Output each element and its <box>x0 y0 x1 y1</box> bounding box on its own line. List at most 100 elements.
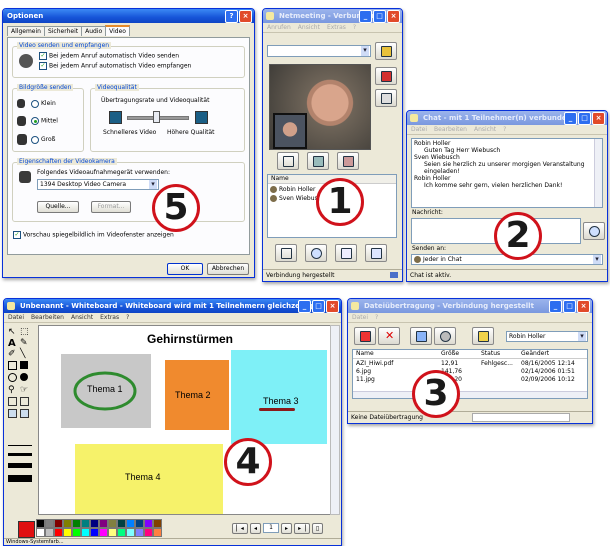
cancel-transfer-button[interactable] <box>434 327 456 345</box>
color-swatch[interactable] <box>144 528 153 537</box>
close-button[interactable]: × <box>239 10 252 23</box>
chat-scrollbar[interactable] <box>594 139 602 207</box>
menu-anrufen[interactable]: Anrufen <box>267 23 291 32</box>
share-program-button[interactable] <box>275 244 297 262</box>
size-medium-option[interactable]: Mittel <box>17 116 58 126</box>
maximize-button[interactable]: □ <box>373 10 386 23</box>
pen-tool-icon[interactable]: ✎ <box>20 338 28 348</box>
column-modified[interactable]: Geändert <box>521 350 549 357</box>
quality-slider-thumb[interactable] <box>153 111 160 123</box>
tab-video[interactable]: Video <box>105 25 130 36</box>
sticky-note-4[interactable]: Thema 4 <box>75 444 223 514</box>
source-button[interactable]: Quelle... <box>37 201 79 213</box>
color-swatch[interactable] <box>135 528 144 537</box>
column-name[interactable]: Name <box>356 350 374 357</box>
color-swatch[interactable] <box>90 519 99 528</box>
line-width-thin[interactable] <box>8 445 32 446</box>
sticky-note-3[interactable]: Thema 3 <box>231 350 327 444</box>
tab-allgemein[interactable]: Allgemein <box>7 26 45 36</box>
color-swatch[interactable] <box>54 528 63 537</box>
remove-files-button[interactable]: ✕ <box>378 327 400 345</box>
chat-button[interactable] <box>305 244 327 262</box>
prev-page-button[interactable]: ◂ <box>250 523 261 534</box>
menu-help[interactable]: ? <box>126 313 129 322</box>
cancel-button[interactable]: Abbrechen <box>207 263 249 275</box>
menu-ansicht[interactable]: Ansicht <box>298 23 320 32</box>
menu-datei[interactable]: Datei <box>8 313 24 322</box>
color-swatch[interactable] <box>126 528 135 537</box>
send-message-button[interactable] <box>583 222 605 240</box>
start-video-button[interactable] <box>277 152 299 170</box>
open-received-folder-button[interactable] <box>472 327 494 345</box>
page-number-input[interactable]: 1 <box>263 523 279 533</box>
chat-history[interactable]: Robin Holler Guten Tag Herr Wiebusch Sve… <box>411 138 603 208</box>
minimize-button[interactable]: _ <box>549 300 562 313</box>
ellipse-tool-icon[interactable] <box>8 373 17 382</box>
column-size[interactable]: Größe <box>441 350 459 357</box>
color-swatch[interactable] <box>45 528 54 537</box>
horizontal-scrollbar[interactable] <box>353 391 587 398</box>
color-swatch[interactable] <box>90 528 99 537</box>
mirror-option[interactable]: ✓ Vorschau spiegelbildlich im Videofenste… <box>13 231 174 239</box>
tab-audio[interactable]: Audio <box>81 26 107 36</box>
menu-bearbeiten[interactable]: Bearbeiten <box>434 125 467 134</box>
file-row[interactable]: 6.jpg 141,76 02/14/2006 01:51 <box>353 368 587 376</box>
select-window-icon[interactable] <box>20 409 29 418</box>
lock-contents-icon[interactable] <box>8 397 17 406</box>
color-swatch[interactable] <box>108 528 117 537</box>
menu-help[interactable]: ? <box>503 125 506 134</box>
synchronize-icon[interactable] <box>20 397 29 406</box>
zoom-tool-icon[interactable]: ⚲ <box>8 385 15 395</box>
select-area-icon[interactable] <box>8 409 17 418</box>
color-swatch[interactable] <box>153 528 162 537</box>
close-button[interactable]: × <box>592 112 605 125</box>
color-swatch[interactable] <box>99 528 108 537</box>
color-swatch[interactable] <box>117 528 126 537</box>
remote-pointer-icon[interactable]: ☞ <box>20 385 28 395</box>
ok-button[interactable]: OK <box>167 263 203 275</box>
close-button[interactable]: × <box>387 10 400 23</box>
send-all-button[interactable] <box>410 327 432 345</box>
menu-extras[interactable]: Extras <box>100 313 119 322</box>
menu-datei[interactable]: Datei <box>411 125 427 134</box>
line-width-thick[interactable] <box>8 463 32 468</box>
next-page-button[interactable]: ▸ <box>281 523 292 534</box>
color-swatch[interactable] <box>99 519 108 528</box>
menu-ansicht[interactable]: Ansicht <box>71 313 93 322</box>
color-swatch[interactable] <box>81 519 90 528</box>
line-width-medium[interactable] <box>8 453 32 456</box>
whiteboard-canvas[interactable]: Gehirnstürmen Thema 1 Thema 2 Thema 3 Th… <box>38 325 332 515</box>
menu-help[interactable]: ? <box>375 313 378 322</box>
size-medium-radio[interactable] <box>31 117 39 125</box>
color-swatch[interactable] <box>72 528 81 537</box>
maximize-button[interactable]: □ <box>563 300 576 313</box>
text-tool-icon[interactable]: A <box>8 338 16 349</box>
rectangle-tool-icon[interactable] <box>8 361 17 370</box>
minimize-button[interactable]: _ <box>564 112 577 125</box>
hang-up-button[interactable] <box>375 67 397 85</box>
color-swatch[interactable] <box>63 519 72 528</box>
address-book-button[interactable] <box>375 89 397 107</box>
color-swatch[interactable] <box>126 519 135 528</box>
minimize-button[interactable]: _ <box>298 300 311 313</box>
picture-in-picture-button[interactable] <box>307 152 329 170</box>
place-call-button[interactable] <box>375 42 397 60</box>
color-swatch[interactable] <box>54 519 63 528</box>
color-swatch[interactable] <box>63 528 72 537</box>
sticky-note-2[interactable]: Thema 2 <box>165 360 229 430</box>
color-swatch[interactable] <box>108 519 117 528</box>
participant-row[interactable]: Robin Holler <box>270 186 315 193</box>
add-files-button[interactable] <box>354 327 376 345</box>
color-swatch[interactable] <box>135 519 144 528</box>
size-large-option[interactable]: Groß <box>17 134 55 145</box>
maximize-button[interactable]: □ <box>578 112 591 125</box>
auto-receive-option[interactable]: ✓ Bei jedem Anruf automatisch Video empfa… <box>39 62 191 70</box>
selected-color[interactable] <box>18 521 35 538</box>
insert-page-button[interactable]: ▯ <box>312 523 323 534</box>
address-combo[interactable] <box>267 45 371 57</box>
first-page-button[interactable]: ▏◂ <box>232 523 248 534</box>
select-tool-icon[interactable]: ↖ <box>8 327 16 337</box>
tab-sicherheit[interactable]: Sicherheit <box>43 26 83 36</box>
recipient-select[interactable]: Robin Holler <box>506 331 588 342</box>
size-small-radio[interactable] <box>31 99 39 108</box>
